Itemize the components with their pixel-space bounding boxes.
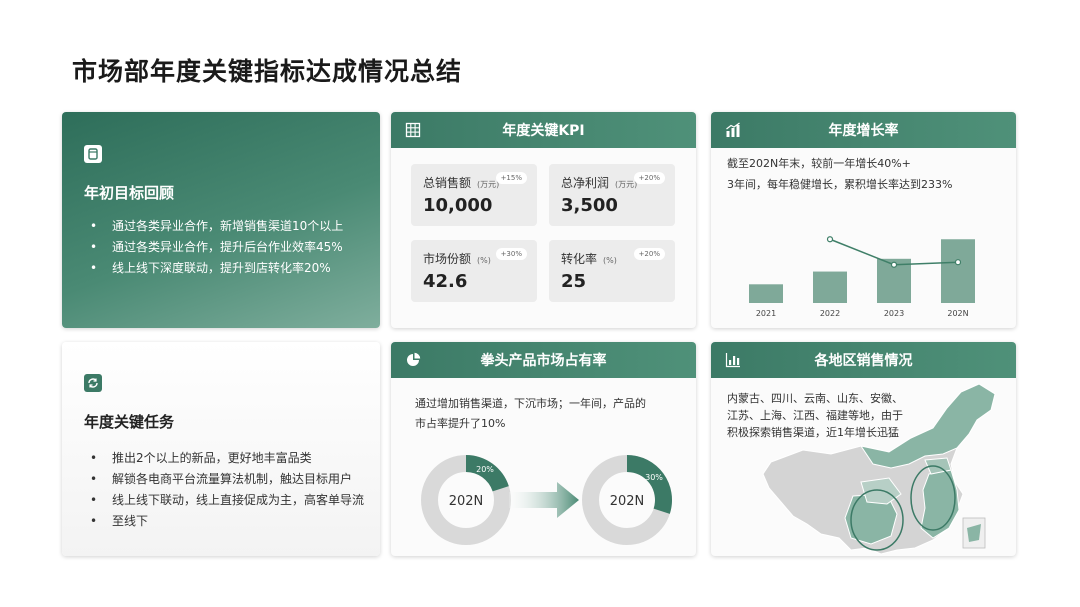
cup-icon bbox=[84, 145, 102, 163]
trend-point bbox=[826, 236, 834, 243]
kpi-label: 转化率 bbox=[561, 252, 598, 266]
list-item: 至线下 bbox=[84, 511, 364, 532]
region-text-3: 积极探索销售渠道，近1年增长迅猛 bbox=[727, 426, 899, 439]
kpi-value: 42.6 bbox=[423, 271, 468, 292]
region-header: 各地区销售情况 bbox=[711, 342, 1016, 378]
share-text-1: 通过增加销售渠道，下沉市场；一年间，产品的 bbox=[415, 397, 646, 410]
review-card: 年初目标回顾 通过各类异业合作，新增销售渠道10个以上 通过各类异业合作，提升后… bbox=[62, 112, 380, 328]
refresh-icon bbox=[84, 374, 102, 392]
list-item: 线上线下深度联动，提升到店转化率20% bbox=[84, 258, 343, 279]
growth-text-1: 截至202N年末，较前一年增长40%+ bbox=[727, 157, 911, 170]
list-item: 通过各类异业合作，提升后台作业效率45% bbox=[84, 237, 343, 258]
region-text-1: 内蒙古、四川、云南、山东、安徽、 bbox=[727, 392, 903, 405]
kpi-change-badge: +20% bbox=[633, 172, 665, 184]
growth-text-2: 3年间，每年稳健增长，累积增长率达到233% bbox=[727, 178, 953, 191]
bar-chart-icon bbox=[725, 122, 741, 138]
share-card: 拳头产品市场占有率 通过增加销售渠道，下沉市场；一年间，产品的 市占率提升了10… bbox=[391, 342, 696, 556]
list-item: 线上线下联动，线上直接促成为主，高客单导流 bbox=[84, 490, 364, 511]
kpi-value: 3,500 bbox=[561, 195, 618, 216]
kpi-conversion-rate: 转化率 (%) +20% 25 bbox=[549, 240, 675, 302]
region-text-2: 江苏、上海、江西、福建等地，由于 bbox=[727, 409, 903, 422]
donut-percent-label: 20% bbox=[476, 465, 494, 474]
growth-title: 年度增长率 bbox=[828, 123, 899, 139]
kpi-label: 总净利润 bbox=[561, 176, 610, 190]
share-title: 拳头产品市场占有率 bbox=[480, 353, 607, 369]
donut-center-label: 202N bbox=[449, 494, 484, 509]
x-tick-label: 2022 bbox=[820, 309, 840, 318]
list-item: 推出2个以上的新品，更好地丰富品类 bbox=[84, 448, 364, 469]
trend-point bbox=[890, 261, 898, 268]
region-card: 各地区销售情况 内蒙古、四川、云南、山东、安徽、 江苏、上海、江西、福建等地，由… bbox=[711, 342, 1016, 556]
kpi-label: 市场份额 bbox=[423, 252, 472, 266]
tasks-list: 推出2个以上的新品，更好地丰富品类 解锁各电商平台流量算法机制，触达目标用户 线… bbox=[84, 448, 364, 532]
list-item: 解锁各电商平台流量算法机制，触达目标用户 bbox=[84, 469, 364, 490]
x-tick-label: 202N bbox=[947, 309, 968, 318]
kpi-change-badge: +15% bbox=[495, 172, 527, 184]
list-item: 通过各类异业合作，新增销售渠道10个以上 bbox=[84, 216, 343, 237]
bar-2022 bbox=[813, 271, 847, 303]
donut-center-label: 202N bbox=[610, 494, 645, 509]
growth-card: 年度增长率 截至202N年末，较前一年增长40%+ 3年间，每年稳健增长，累积增… bbox=[711, 112, 1016, 328]
kpi-total-sales: 总销售额 (万元) +15% 10,000 bbox=[411, 164, 537, 226]
bar-202N bbox=[941, 239, 975, 303]
trend-point bbox=[954, 259, 962, 266]
kpi-net-profit: 总净利润 (万元) +20% 3,500 bbox=[549, 164, 675, 226]
kpi-unit: (%) bbox=[477, 256, 491, 265]
kpi-change-badge: +20% bbox=[633, 248, 665, 260]
growth-header: 年度增长率 bbox=[711, 112, 1016, 148]
kpi-title: 年度关键KPI bbox=[502, 123, 585, 139]
pie-chart-icon bbox=[405, 352, 421, 368]
kpi-unit: (%) bbox=[603, 256, 617, 265]
tasks-card: 年度关键任务 推出2个以上的新品，更好地丰富品类 解锁各电商平台流量算法机制，触… bbox=[62, 342, 380, 556]
arrow-right-icon bbox=[509, 482, 579, 518]
review-title: 年初目标回顾 bbox=[84, 184, 175, 202]
kpi-label: 总销售额 bbox=[423, 176, 472, 190]
kpi-value: 10,000 bbox=[423, 195, 493, 216]
tasks-title: 年度关键任务 bbox=[84, 413, 175, 431]
region-title: 各地区销售情况 bbox=[814, 353, 913, 369]
kpi-value: 25 bbox=[561, 271, 587, 292]
bar-chart-icon bbox=[725, 352, 741, 368]
bar-2021 bbox=[749, 284, 783, 303]
share-text-2: 市占率提升了10% bbox=[415, 417, 506, 430]
page-title: 市场部年度关键指标达成情况总结 bbox=[72, 57, 463, 86]
kpi-unit: (万元) bbox=[477, 180, 500, 189]
kpi-header: 年度关键KPI bbox=[391, 112, 696, 148]
review-list: 通过各类异业合作，新增销售渠道10个以上 通过各类异业合作，提升后台作业效率45… bbox=[84, 216, 343, 279]
kpi-change-badge: +30% bbox=[495, 248, 527, 260]
x-tick-label: 2023 bbox=[884, 309, 904, 318]
kpi-unit: (万元) bbox=[615, 180, 638, 189]
share-header: 拳头产品市场占有率 bbox=[391, 342, 696, 378]
kpi-market-share: 市场份额 (%) +30% 42.6 bbox=[411, 240, 537, 302]
donut-percent-label: 30% bbox=[645, 473, 663, 482]
table-icon bbox=[405, 122, 421, 138]
share-donuts: 202N 20% 202N 30% bbox=[421, 455, 672, 545]
x-tick-label: 2021 bbox=[756, 309, 776, 318]
growth-bar-chart: 2021 2022 2023 202N bbox=[749, 236, 975, 318]
kpi-card: 年度关键KPI 总销售额 (万元) +15% 10,000 总净利润 (万元) +2… bbox=[391, 112, 696, 328]
